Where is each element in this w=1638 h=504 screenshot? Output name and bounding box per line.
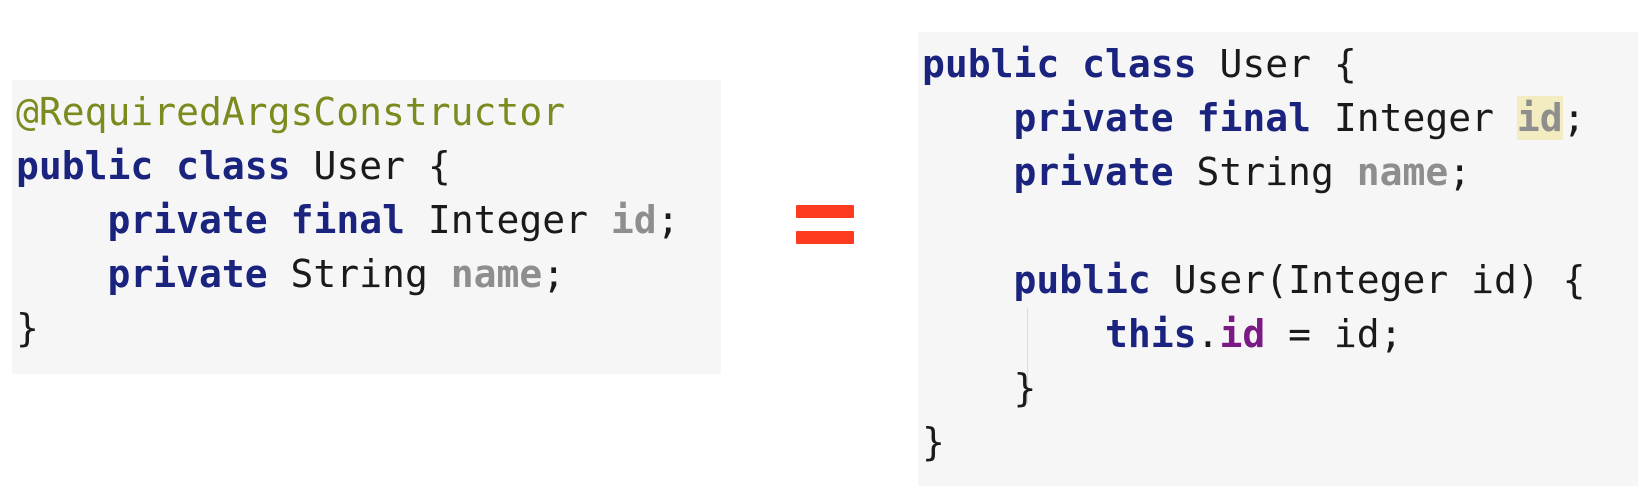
type-text: Integer (1310, 96, 1517, 140)
keyword-final: final (1196, 96, 1311, 140)
equals-sign (796, 205, 854, 245)
keyword-private: private (1013, 150, 1174, 194)
field-id: id (610, 198, 657, 242)
class-declaration-line: public class User { (16, 140, 451, 192)
constructor-line: public User(Integer id) { (922, 254, 1586, 306)
field-name: name (450, 252, 543, 296)
keyword-private: private (107, 198, 268, 242)
annotation-line: @RequiredArgsConstructor (16, 86, 565, 138)
class-name-text: User { (1196, 42, 1357, 86)
keyword-public: public (1013, 258, 1151, 302)
type-text: Integer (404, 198, 611, 242)
assignment-line: this.id = id; (922, 308, 1402, 360)
closing-brace: } (1013, 366, 1037, 410)
class-closing-brace: } (16, 302, 39, 354)
class-closing-brace: } (922, 416, 945, 468)
constructor-closing-brace: } (922, 362, 1037, 414)
annotation-token: @RequiredArgsConstructor (16, 90, 566, 134)
assignment-rest: = id; (1265, 312, 1403, 356)
type-text: String (267, 252, 451, 296)
closing-brace: } (922, 420, 945, 464)
semicolon: ; (542, 252, 566, 296)
field-name: name (1356, 150, 1449, 194)
instance-field-id: id (1219, 312, 1266, 356)
keyword-public: public (16, 144, 154, 188)
class-name-text: User { (290, 144, 451, 188)
id-field-line: private final Integer id; (922, 92, 1586, 144)
name-field-line: private String name; (922, 146, 1472, 198)
keyword-private: private (1013, 96, 1174, 140)
keyword-class: class (1082, 42, 1197, 86)
id-field-line: private final Integer id; (16, 194, 680, 246)
semicolon: ; (656, 198, 680, 242)
dot: . (1196, 312, 1220, 356)
closing-brace: } (16, 306, 39, 350)
semicolon: ; (1562, 96, 1586, 140)
type-text: String (1173, 150, 1357, 194)
keyword-final: final (290, 198, 405, 242)
semicolon: ; (1448, 150, 1472, 194)
name-field-line: private String name; (16, 248, 566, 300)
constructor-signature: User(Integer id) { (1150, 258, 1586, 302)
field-id-highlighted: id (1516, 96, 1563, 140)
keyword-this: this (1105, 312, 1197, 356)
equals-bar-bottom (796, 231, 854, 244)
keyword-class: class (176, 144, 291, 188)
keyword-public: public (922, 42, 1060, 86)
class-declaration-line: public class User { (922, 38, 1357, 90)
equals-bar-top (796, 205, 854, 218)
keyword-private: private (107, 252, 268, 296)
